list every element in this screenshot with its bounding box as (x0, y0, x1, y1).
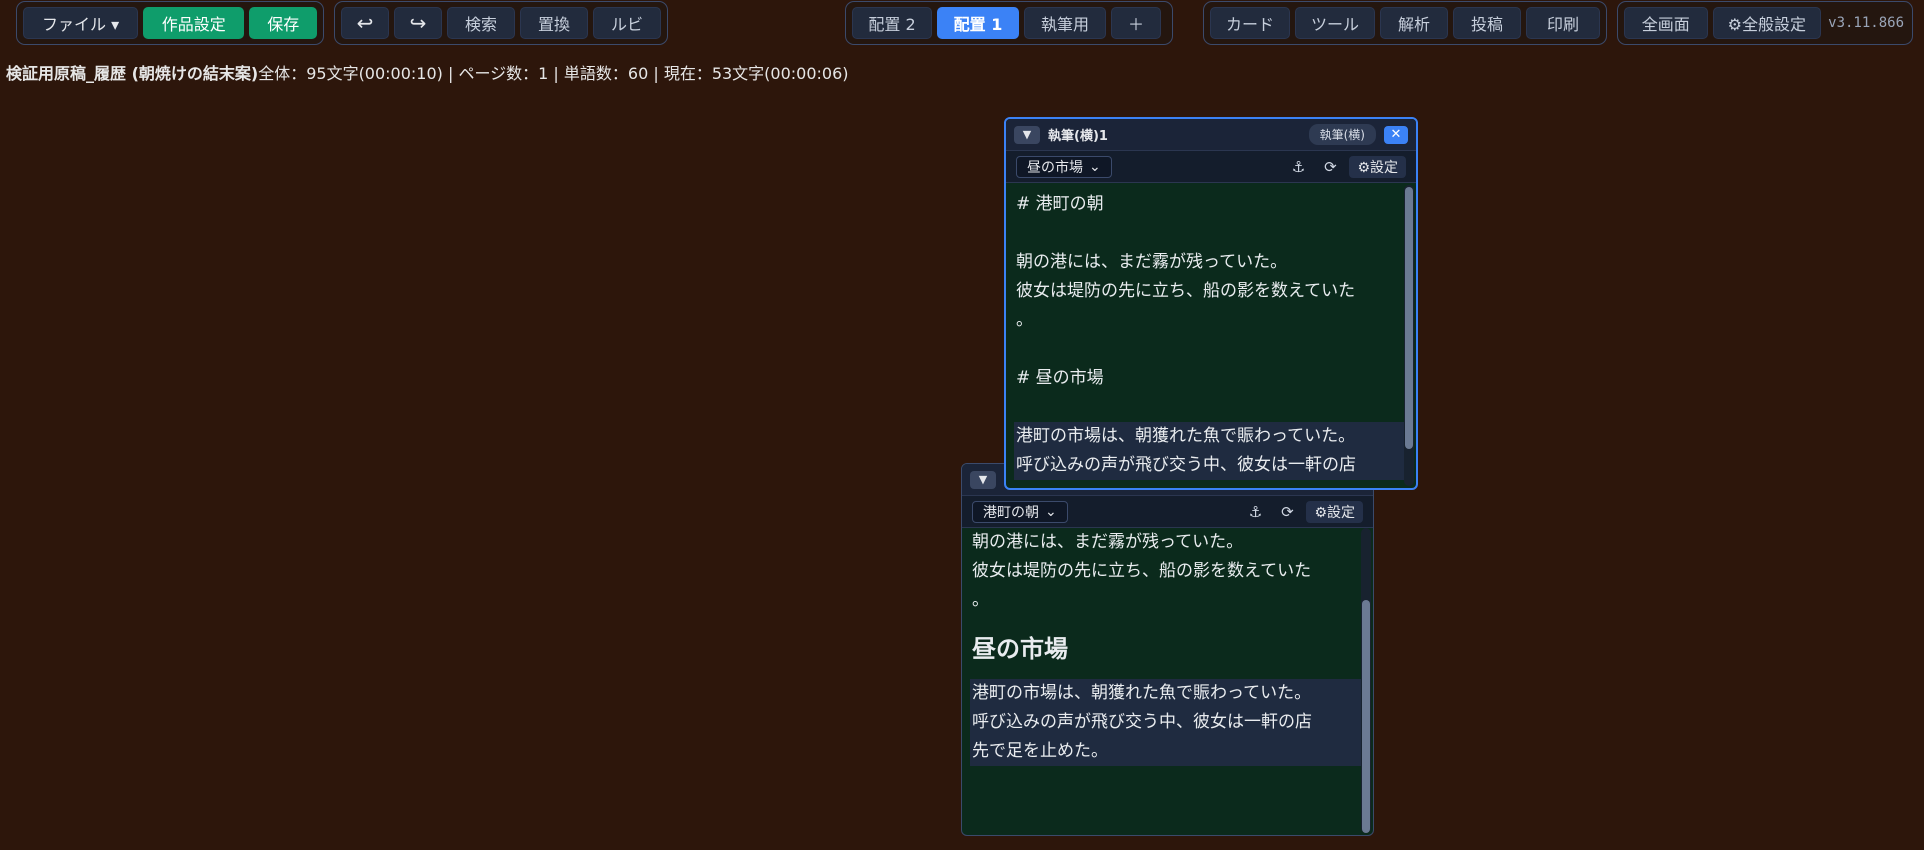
tools-button[interactable]: ツール (1295, 7, 1375, 39)
editor-current-paragraph: 港町の市場は、朝獲れた魚で賑わっていた。 呼び込みの声が飛び交う中、彼女は一軒の… (1014, 422, 1408, 480)
preview-heading: 昼の市場 (972, 635, 1068, 663)
layout-1-tab[interactable]: 配置 1 (937, 7, 1019, 39)
editor-scrollbar[interactable] (1404, 185, 1414, 486)
editor-line: # 港町の朝 (1016, 194, 1104, 214)
panel-settings-button[interactable]: ⚙設定 (1306, 500, 1363, 523)
preview-content: 朝の港には、まだ霧が残っていた。 彼女は堤防の先に立ち、船の影を数えていた 。 … (962, 528, 1373, 772)
ruby-button[interactable]: ルビ (593, 7, 661, 39)
chevron-down-icon: ⌄ (1045, 503, 1057, 520)
document-status-bar: 検証用原稿_履歴 (朝焼けの結末案)全体：95文字(00:00:10) | ペー… (6, 60, 849, 84)
preview-scrollbar[interactable] (1361, 528, 1371, 833)
preview-line: 港町の市場は、朝獲れた魚で賑わっていた。 (972, 683, 1312, 703)
fullscreen-button[interactable]: 全画面 (1624, 7, 1708, 39)
post-button[interactable]: 投稿 (1453, 7, 1521, 39)
editor-mode-badge: 執筆(横) (1308, 124, 1376, 145)
file-toolbar-group: ファイル ▾ 作品設定 保存 (16, 1, 324, 45)
preview-line: 呼び込みの声が飛び交う中、彼女は一軒の店 (972, 712, 1312, 732)
section-select-value: 昼の市場 (1027, 159, 1083, 176)
document-stats: 全体：95文字(00:00:10) | ページ数：1 | 単語数：60 | 現在… (258, 64, 849, 83)
section-select[interactable]: 昼の市場 ⌄ (1016, 155, 1112, 178)
preview-line: 。 (972, 590, 989, 610)
redo-icon[interactable]: ↪ (394, 7, 442, 39)
search-button[interactable]: 検索 (447, 7, 515, 39)
editor-line: 。 (1016, 310, 1033, 330)
collapse-icon[interactable]: ▼ (970, 470, 996, 489)
preview-panel-toolbar: 港町の朝 ⌄ ⚓ ⟳ ⚙設定 (962, 496, 1373, 528)
writing-layout-tab[interactable]: 執筆用 (1024, 7, 1106, 39)
preview-scrollbar-thumb[interactable] (1362, 600, 1370, 833)
replace-button[interactable]: 置換 (520, 7, 588, 39)
work-settings-button[interactable]: 作品設定 (143, 7, 245, 39)
section-select[interactable]: 港町の朝 ⌄ (972, 500, 1068, 523)
editor-panel-toolbar: 昼の市場 ⌄ ⚓ ⟳ ⚙設定 (1006, 151, 1416, 183)
preview-line: 朝の港には、まだ霧が残っていた。 (972, 532, 1244, 552)
analysis-button[interactable]: 解析 (1380, 7, 1448, 39)
anchor-icon[interactable]: ⚓ (1242, 503, 1268, 521)
collapse-icon[interactable]: ▼ (1014, 125, 1040, 144)
layout-toolbar-group: 配置 2 配置 1 執筆用 ＋ (845, 1, 1173, 45)
refresh-icon[interactable]: ⟳ (1317, 158, 1343, 176)
editor-line: 彼女は堤防の先に立ち、船の影を数えていた (1016, 281, 1356, 301)
anchor-icon[interactable]: ⚓ (1285, 158, 1311, 176)
editor-textarea[interactable]: # 港町の朝 朝の港には、まだ霧が残っていた。 彼女は堤防の先に立ち、船の影を数… (1006, 183, 1416, 486)
file-menu-button[interactable]: ファイル ▾ (23, 7, 139, 39)
close-icon[interactable]: ✕ (1384, 125, 1408, 144)
version-label: v3.11.866 (1828, 15, 1904, 31)
tools-toolbar-group: カード ツール 解析 投稿 印刷 (1203, 1, 1607, 45)
editor-line: 朝の港には、まだ霧が残っていた。 (1016, 252, 1288, 272)
document-title: 検証用原稿_履歴 (朝焼けの結末案) (6, 64, 259, 83)
save-button[interactable]: 保存 (249, 7, 317, 39)
preview-panel: ▼ 港町の朝 ⌄ ⚓ ⟳ ⚙設定 朝の港には、まだ霧が残っていた。 彼女は堤防の… (961, 463, 1374, 836)
add-layout-button[interactable]: ＋ (1111, 7, 1161, 39)
undo-icon[interactable]: ↩ (341, 7, 389, 39)
editor-panel-header: ▼ 執筆(横)1 執筆(横) ✕ (1006, 119, 1416, 151)
layout-2-tab[interactable]: 配置 2 (852, 7, 932, 39)
panel-settings-button[interactable]: ⚙設定 (1349, 155, 1406, 178)
card-button[interactable]: カード (1210, 7, 1290, 39)
chevron-down-icon: ⌄ (1089, 158, 1101, 175)
edit-toolbar-group: ↩ ↪ 検索 置換 ルビ (334, 1, 668, 45)
editor-line: 呼び込みの声が飛び交う中、彼女は一軒の店 (1016, 455, 1356, 475)
refresh-icon[interactable]: ⟳ (1274, 503, 1300, 521)
editor-line: # 昼の市場 (1016, 368, 1104, 388)
editor-scrollbar-thumb[interactable] (1405, 187, 1413, 449)
preview-line: 彼女は堤防の先に立ち、船の影を数えていた (972, 561, 1312, 581)
editor-panel: ▼ 執筆(横)1 執筆(横) ✕ 昼の市場 ⌄ ⚓ ⟳ ⚙設定 # 港町の朝 朝… (1004, 117, 1418, 490)
preview-highlighted-paragraph: 港町の市場は、朝獲れた魚で賑わっていた。 呼び込みの声が飛び交う中、彼女は一軒の… (970, 679, 1365, 766)
editor-panel-title: 執筆(横)1 (1048, 129, 1108, 144)
section-select-value: 港町の朝 (983, 504, 1039, 521)
preview-line: 先で足を止めた。 (972, 741, 1108, 761)
editor-line: 港町の市場は、朝獲れた魚で賑わっていた。 (1016, 426, 1356, 446)
print-button[interactable]: 印刷 (1526, 7, 1600, 39)
general-settings-button[interactable]: ⚙全般設定 (1712, 7, 1822, 39)
view-toolbar-group: 全画面 ⚙全般設定 v3.11.866 (1617, 1, 1913, 45)
